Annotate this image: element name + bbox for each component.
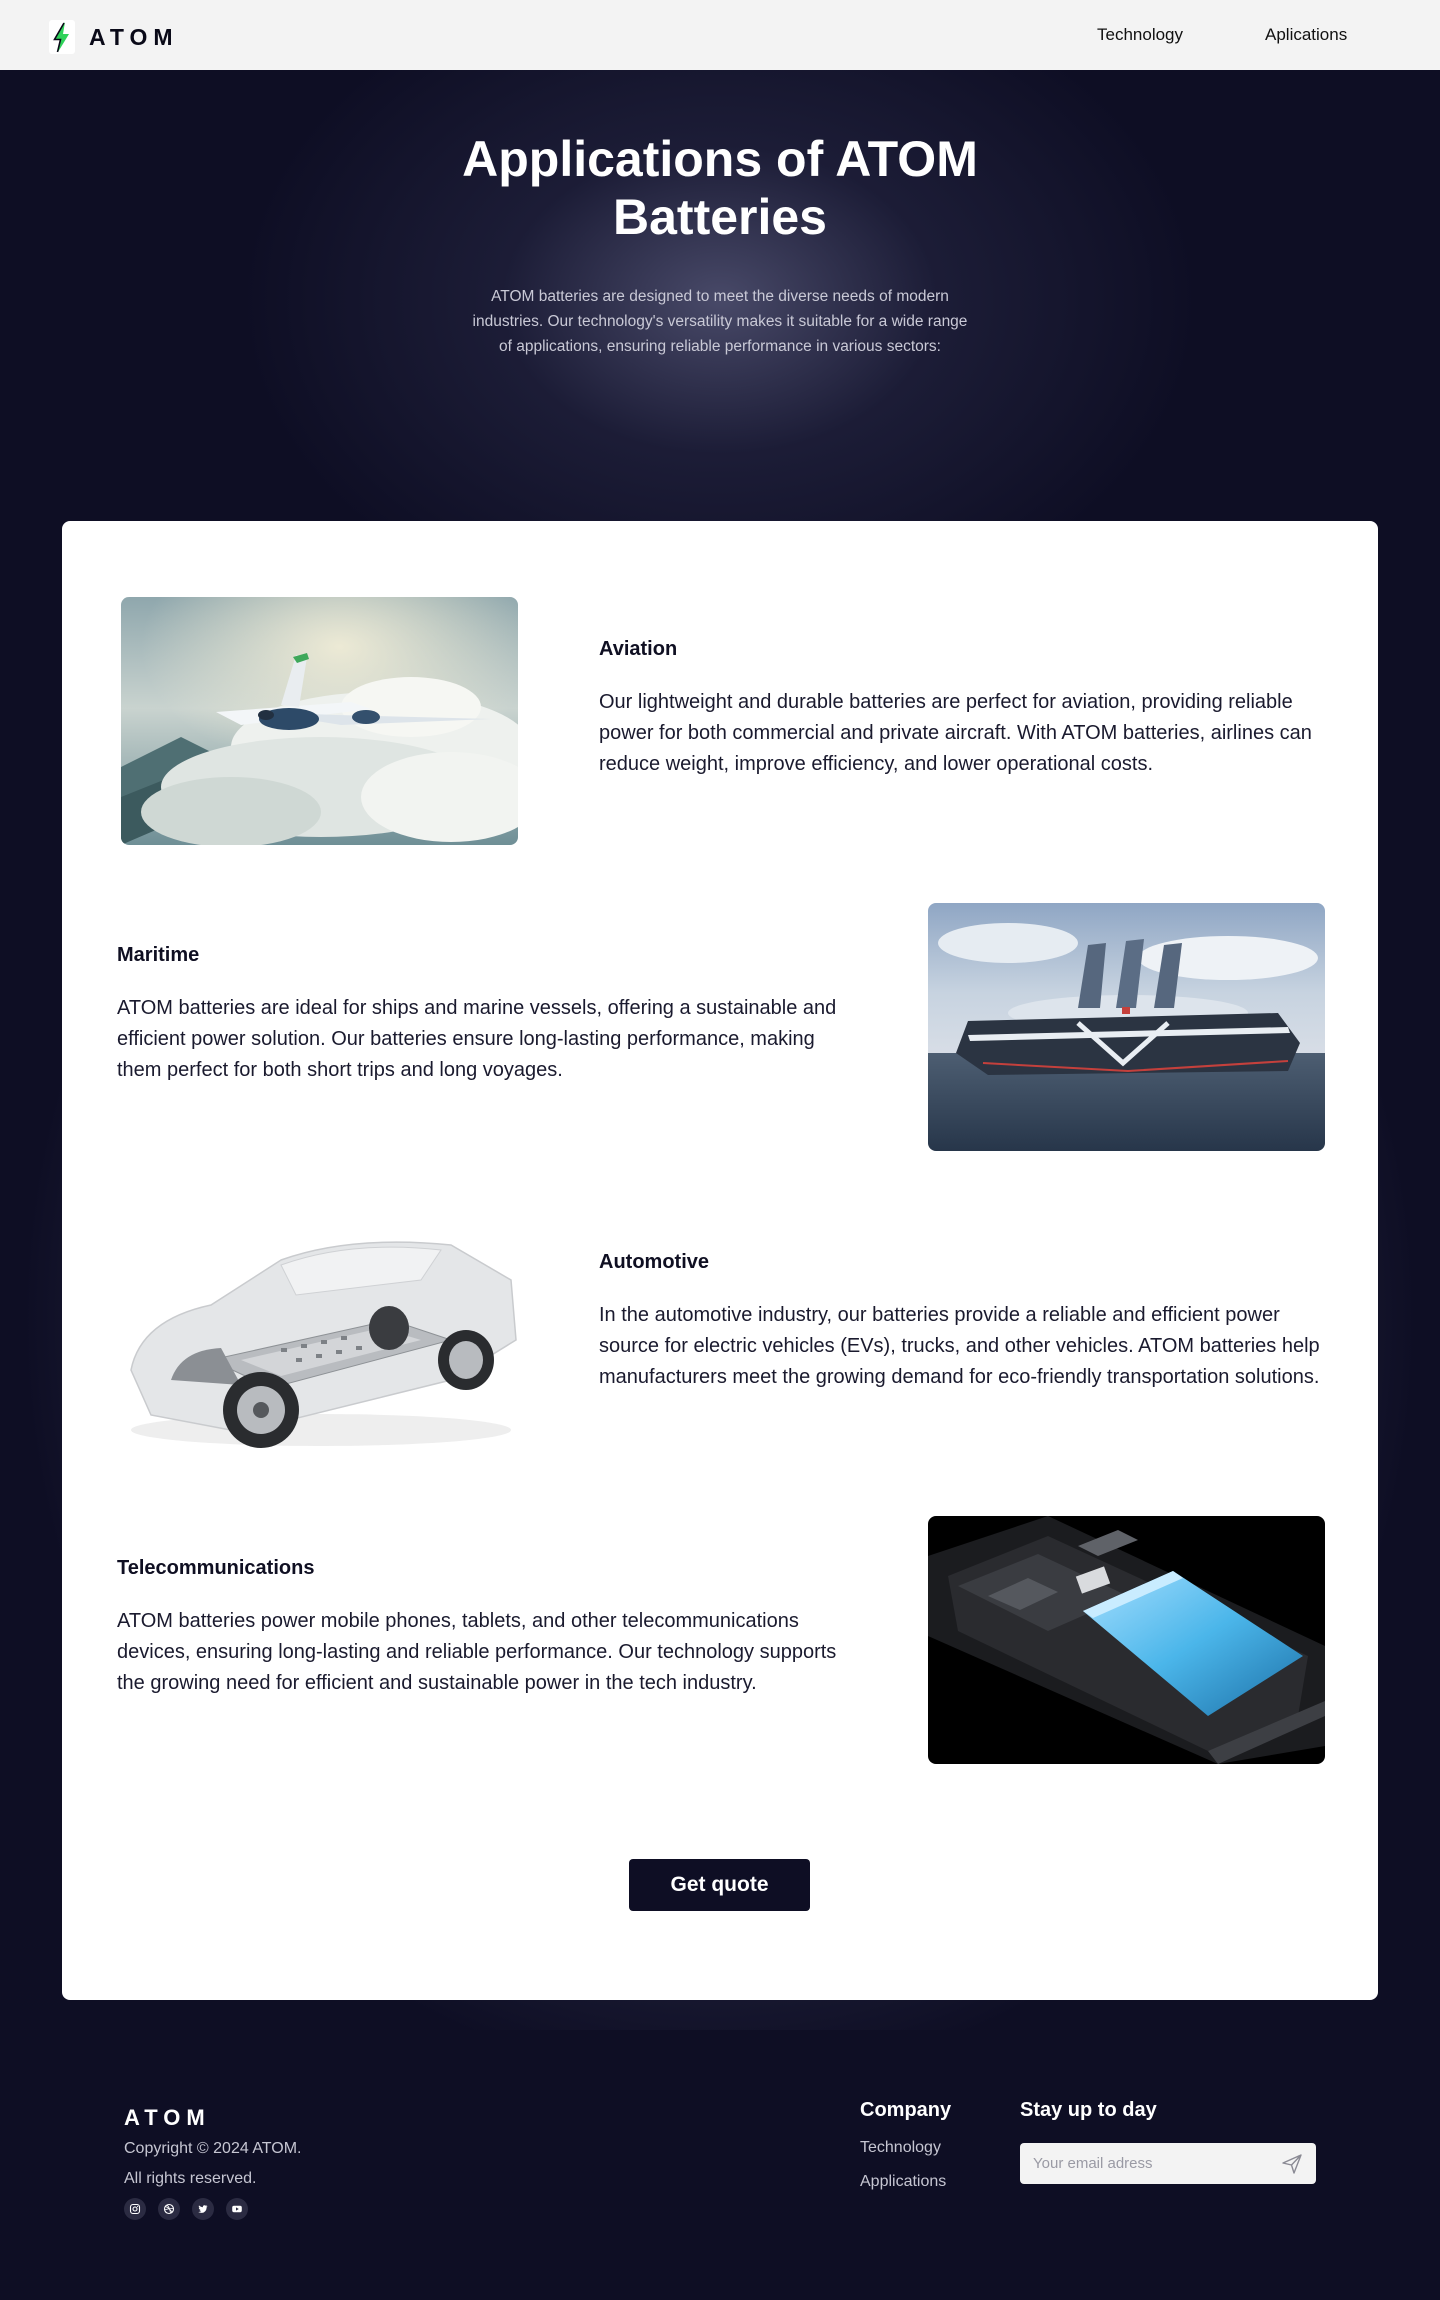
send-icon[interactable] bbox=[1280, 2152, 1304, 2176]
section-title: Telecommunications bbox=[117, 1557, 315, 1579]
get-quote-button[interactable]: Get quote bbox=[629, 1859, 810, 1911]
footer-copyright: Copyright © 2024 ATOM. All rights reserv… bbox=[124, 2134, 302, 2194]
company-heading: Company bbox=[860, 2099, 952, 2121]
social-links bbox=[124, 2198, 248, 2220]
section-title: Maritime bbox=[117, 944, 200, 966]
youtube-icon[interactable] bbox=[226, 2198, 248, 2220]
section-title: Aviation bbox=[599, 638, 678, 660]
footer-company: Company Technology Applications bbox=[860, 2099, 951, 2191]
applications-card: Aviation Our lightweight and durable bat… bbox=[62, 521, 1378, 2000]
nav-link-applications[interactable]: Aplications bbox=[1265, 25, 1347, 45]
footer: ATOM Copyright © 2024 ATOM. All rights r… bbox=[0, 2030, 1440, 2300]
electric-car-chassis-image bbox=[121, 1210, 518, 1458]
application-maritime: Maritime ATOM batteries are ideal for sh… bbox=[62, 903, 1378, 1151]
application-automotive: Automotive In the automotive industry, o… bbox=[62, 1210, 1378, 1458]
email-input[interactable] bbox=[1020, 2143, 1270, 2184]
section-body: In the automotive industry, our batterie… bbox=[599, 1304, 1320, 1388]
nav-link-technology[interactable]: Technology bbox=[1097, 25, 1183, 45]
section-title: Automotive bbox=[599, 1251, 709, 1273]
smartphone-battery-image bbox=[928, 1516, 1325, 1764]
footer-brand: ATOM bbox=[124, 2105, 211, 2130]
copyright-text: Copyright © 2024 ATOM. bbox=[124, 2140, 302, 2157]
hero: Applications of ATOM Batteries ATOM batt… bbox=[0, 130, 1440, 359]
rights-text: All rights reserved. bbox=[124, 2170, 257, 2187]
section-body: ATOM batteries power mobile phones, tabl… bbox=[117, 1610, 837, 1694]
electric-ship-image bbox=[928, 903, 1325, 1151]
footer-link-technology[interactable]: Technology bbox=[860, 2139, 951, 2157]
telecommunications-text: Telecommunications ATOM batteries power … bbox=[117, 1556, 847, 1699]
logo[interactable]: ATOM bbox=[49, 20, 179, 54]
hero-description: ATOM batteries are designed to meet the … bbox=[472, 288, 968, 355]
section-body: Our lightweight and durable batteries ar… bbox=[599, 691, 1312, 775]
top-navigation-bar: ATOM Technology Aplications bbox=[0, 0, 1440, 70]
application-aviation: Aviation Our lightweight and durable bat… bbox=[62, 597, 1378, 845]
automotive-text: Automotive In the automotive industry, o… bbox=[599, 1250, 1329, 1393]
footer-link-applications[interactable]: Applications bbox=[860, 2173, 951, 2191]
email-subscribe-box bbox=[1020, 2143, 1316, 2184]
instagram-icon[interactable] bbox=[124, 2198, 146, 2220]
aviation-text: Aviation Our lightweight and durable bat… bbox=[599, 637, 1329, 780]
footer-newsletter: Stay up to day bbox=[1020, 2099, 1316, 2184]
application-telecommunications: Telecommunications ATOM batteries power … bbox=[62, 1516, 1378, 1764]
electric-aircraft-image bbox=[121, 597, 518, 845]
newsletter-heading: Stay up to day bbox=[1020, 2099, 1157, 2121]
dribbble-icon[interactable] bbox=[158, 2198, 180, 2220]
maritime-text: Maritime ATOM batteries are ideal for sh… bbox=[117, 943, 847, 1086]
twitter-icon[interactable] bbox=[192, 2198, 214, 2220]
lightning-bolt-icon bbox=[49, 20, 75, 54]
page-title: Applications of ATOM Batteries bbox=[462, 131, 978, 245]
logo-text: ATOM bbox=[89, 23, 179, 50]
section-body: ATOM batteries are ideal for ships and m… bbox=[117, 997, 837, 1081]
